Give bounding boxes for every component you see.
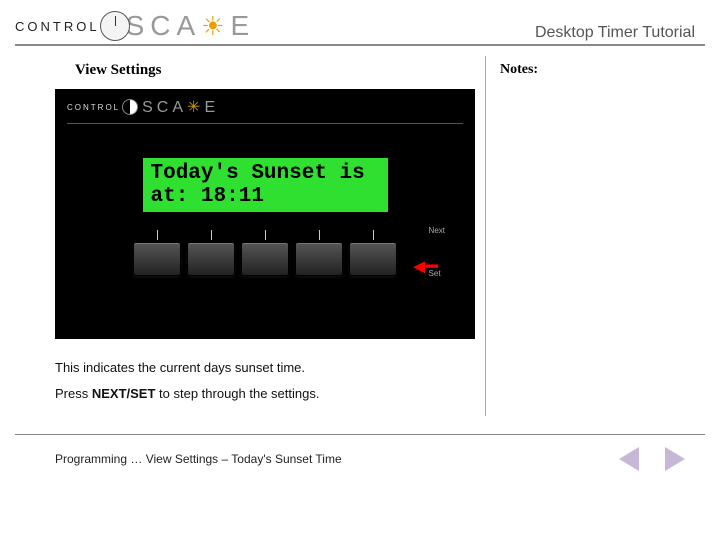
- logo-text-scape: SCA☀E: [126, 10, 256, 42]
- device-logo: CONTROL SCA✳E: [67, 97, 463, 124]
- desc-line-1: This indicates the current days sunset t…: [55, 357, 475, 379]
- hardware-button-row: Next Set ◄━: [67, 230, 463, 276]
- next-button[interactable]: [665, 447, 685, 471]
- device-clock-icon: [122, 99, 138, 115]
- device-sun-icon: ✳: [187, 99, 204, 116]
- lcd-line-2: at: 18:11: [151, 185, 380, 208]
- logo-text-control: CONTROL: [15, 19, 100, 34]
- hw-button-5-next-set: [349, 242, 397, 276]
- hw-button-4: [295, 242, 343, 276]
- section-heading: View Settings: [75, 62, 475, 79]
- footer-divider: [15, 434, 705, 435]
- sun-icon: ☀: [201, 11, 230, 41]
- page-title: Desktop Timer Tutorial: [535, 24, 705, 42]
- breadcrumb: Programming … View Settings – Today's Su…: [55, 452, 342, 466]
- brand-logo: CONTROL SCA☀E: [15, 10, 255, 42]
- nav-arrows: [619, 447, 685, 471]
- desc-line-2: Press NEXT/SET to step through the setti…: [55, 383, 475, 405]
- description: This indicates the current days sunset t…: [55, 357, 475, 405]
- notes-panel: Notes:: [485, 56, 665, 416]
- clock-icon: [100, 11, 130, 41]
- device-screenshot: CONTROL SCA✳E Today's Sunset is at: 18:1…: [55, 89, 475, 339]
- btn-label-next: Next: [429, 226, 445, 235]
- hw-button-1: [133, 242, 181, 276]
- notes-heading: Notes:: [500, 62, 665, 78]
- lcd-line-1: Today's Sunset is: [151, 162, 380, 185]
- header: CONTROL SCA☀E Desktop Timer Tutorial: [15, 10, 705, 46]
- lcd-display: Today's Sunset is at: 18:11: [143, 158, 388, 212]
- prev-button[interactable]: [619, 447, 639, 471]
- hw-button-3: [241, 242, 289, 276]
- red-arrow-icon: ◄━: [409, 254, 435, 279]
- hw-button-2: [187, 242, 235, 276]
